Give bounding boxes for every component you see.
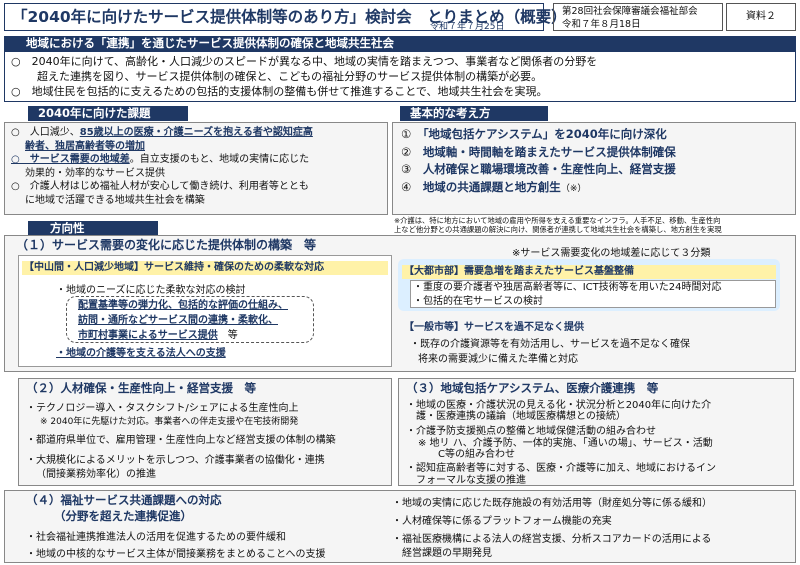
issue-1-cont: 齢者、独居高齢者等の増加	[25, 140, 145, 152]
basic-box: ① 「地域包括ケアシステム」を2040年に向け深化 ② 地域軸・時間軸を踏まえた…	[392, 122, 796, 215]
intro-paragraph-1: ○ 2040年に向けて、高齢化・人口減少のスピードが異なる中、地域の実情を踏まえ…	[11, 55, 598, 68]
mountain-area-heading: 【中山間・人口減少地域】サービス維持・確保のための柔軟な対応	[22, 261, 388, 275]
direction-heading: 方向性	[28, 221, 158, 236]
general-city-heading: 【一般市等】サービスを過不足なく提供	[404, 322, 584, 333]
section-2-item-3-cont: （間接業務効率化）の推進	[36, 469, 156, 480]
basic-item-3: ③ 人材確保と職場環境改善・生産性向上、経営支援	[401, 162, 676, 176]
section-4-heading-2: （分野を超えた連携促進）	[54, 509, 192, 523]
issue-2: ○ サービス需要の地域差。自立支援のもと、地域の実情に応じた	[11, 154, 310, 165]
document-label: 資料２	[726, 3, 796, 31]
issue-1: ○ 人口減少、85歳以上の医療・介護ニーズを抱える者や認知症高	[11, 127, 313, 138]
issue-3-cont: に地域で活躍できる地域共生社会を構築	[25, 194, 205, 206]
section-4-right-3-cont: 経営課題の早期発見	[402, 548, 492, 559]
city-area-heading: 【大都市部】需要急増を踏まえたサービス基盤整備	[402, 265, 776, 279]
document-date: 令和７年７月25日	[430, 22, 505, 32]
general-city-item-1: ・既存の介護資源等を有効活用し、サービスを過不足なく確保	[410, 339, 690, 350]
intro-box: ○ 2040年に向けて、高齢化・人口減少のスピードが異なる中、地域の実情を踏まえ…	[4, 51, 796, 102]
section-4-right-1: ・地域の実情に応じた既存施設の有効活用等（財産処分等に係る緩和）	[392, 498, 712, 509]
section-3-item-1-cont: 護・医療連携の議論（地域医療構想との接続）	[416, 411, 626, 422]
meeting-name: 第28回社会保障審議会福祉部会	[562, 6, 698, 17]
city-items: ・重度の要介護者や独居高齢者等に、ICT技術等を用いた24時間対応 ・包括的在宅…	[410, 280, 776, 308]
general-city-item-2: 将来の需要減少に備えた準備と対応	[418, 354, 578, 365]
section-2-item-1: ・テクノロジー導入・タスクシフト/シェアによる生産性向上	[26, 403, 299, 414]
section-2-item-2: ・都道府県単位で、雇用管理・生産性向上など経営支援の体制の構築	[26, 435, 336, 446]
section-3-heading: （３）地域包括ケアシステム、医療介護連携 等	[406, 381, 659, 395]
mountain-item-5: ・地域の介護等を支える法人への支援	[56, 348, 226, 359]
basic-note-2: 上など他分野との共通課題の解決に向け、関係者が連携して地域共生社会を構築し、地方…	[394, 225, 722, 234]
section-2-item-3: ・大規模化によるメリットを示しつつ、介護事業者の協働化・連携	[26, 455, 325, 466]
section-4-right-2: ・人材確保等に係るプラットフォーム機能の充実	[392, 516, 612, 527]
meeting-info: 第28回社会保障審議会福祉部会 令和７年８月18日	[553, 3, 723, 31]
section-4-left-1: ・社会福祉連携推進法人の活用を促進するための要件緩和	[26, 532, 286, 543]
basic-note-1: ※介護は、特に地方において地域の雇用や所得を支える重要なインフラ。人手不足、移動…	[394, 216, 721, 225]
meeting-date: 令和７年８月18日	[562, 19, 641, 30]
mountain-item-4: 市町村事業によるサービス提供 等	[78, 330, 238, 341]
section-4-heading: （４）福祉サービス共通課題への対応	[26, 493, 222, 507]
intro-paragraph-1-cont: 超えた連携を図り、サービス提供体制の確保と、こどもの福祉分野のサービス提供体制の…	[37, 70, 543, 83]
issues-heading: 2040年に向けた課題	[28, 106, 188, 121]
intro-paragraph-2: ○ 地域住民を包括的に支えるための包括的支援体制の整備も併せて推進することで、地…	[11, 85, 548, 98]
basic-heading: 基本的な考え方	[400, 106, 548, 121]
issue-2-cont: 効果的・効率的なサービス提供	[25, 167, 165, 179]
intro-heading: 地域における「連携」を通じたサービス提供体制の確保と地域共生社会	[4, 36, 796, 51]
issue-3: ○ 介護人材はじめ福祉人材が安心して働き続け、利用者等ととも	[11, 181, 309, 192]
city-item-1: ・重度の要介護者や独居高齢者等に、ICT技術等を用いた24時間対応	[413, 282, 722, 293]
mountain-item-3: 訪問・通所などサービス間の連携・柔軟化、	[78, 315, 278, 326]
basic-item-4: ④ 地域の共通課題と地方創生（※）	[401, 179, 587, 194]
section-3-item-2-note-cont: C等の組み合わせ	[438, 449, 515, 460]
section-2-heading: （２）人材確保・生産性向上・経営支援 等	[26, 381, 256, 395]
basic-item-1: ① 「地域包括ケアシステム」を2040年に向け深化	[401, 127, 667, 141]
mountain-item-2: 配置基準等の弾力化、包括的な評価の仕組み、	[78, 300, 288, 311]
section-2-item-1-note: ※ 2040年に先駆けた対応。事業者への伴走支援や在宅技術開発	[40, 417, 299, 427]
basic-item-2: ② 地域軸・時間軸を踏まえたサービス提供体制確保	[401, 144, 676, 159]
section-4-right-3: ・福祉医療機構による法人の経営支援、分析スコアカードの活用による	[392, 534, 712, 545]
section-1-heading: （１）サービス需要の変化に応じた提供体制の構築 等	[16, 238, 317, 252]
city-item-2: ・包括的在宅サービスの検討	[413, 295, 543, 307]
section-3-item-3-cont: フォーマルな支援の推進	[416, 475, 526, 486]
issues-box: ○ 人口減少、85歳以上の医療・介護ニーズを抱える者や認知症高 齢者、独居高齢者…	[4, 122, 388, 215]
section-4-left-2: ・地域の中核的なサービス主体が間接業務をまとめることへの支援	[26, 549, 326, 560]
